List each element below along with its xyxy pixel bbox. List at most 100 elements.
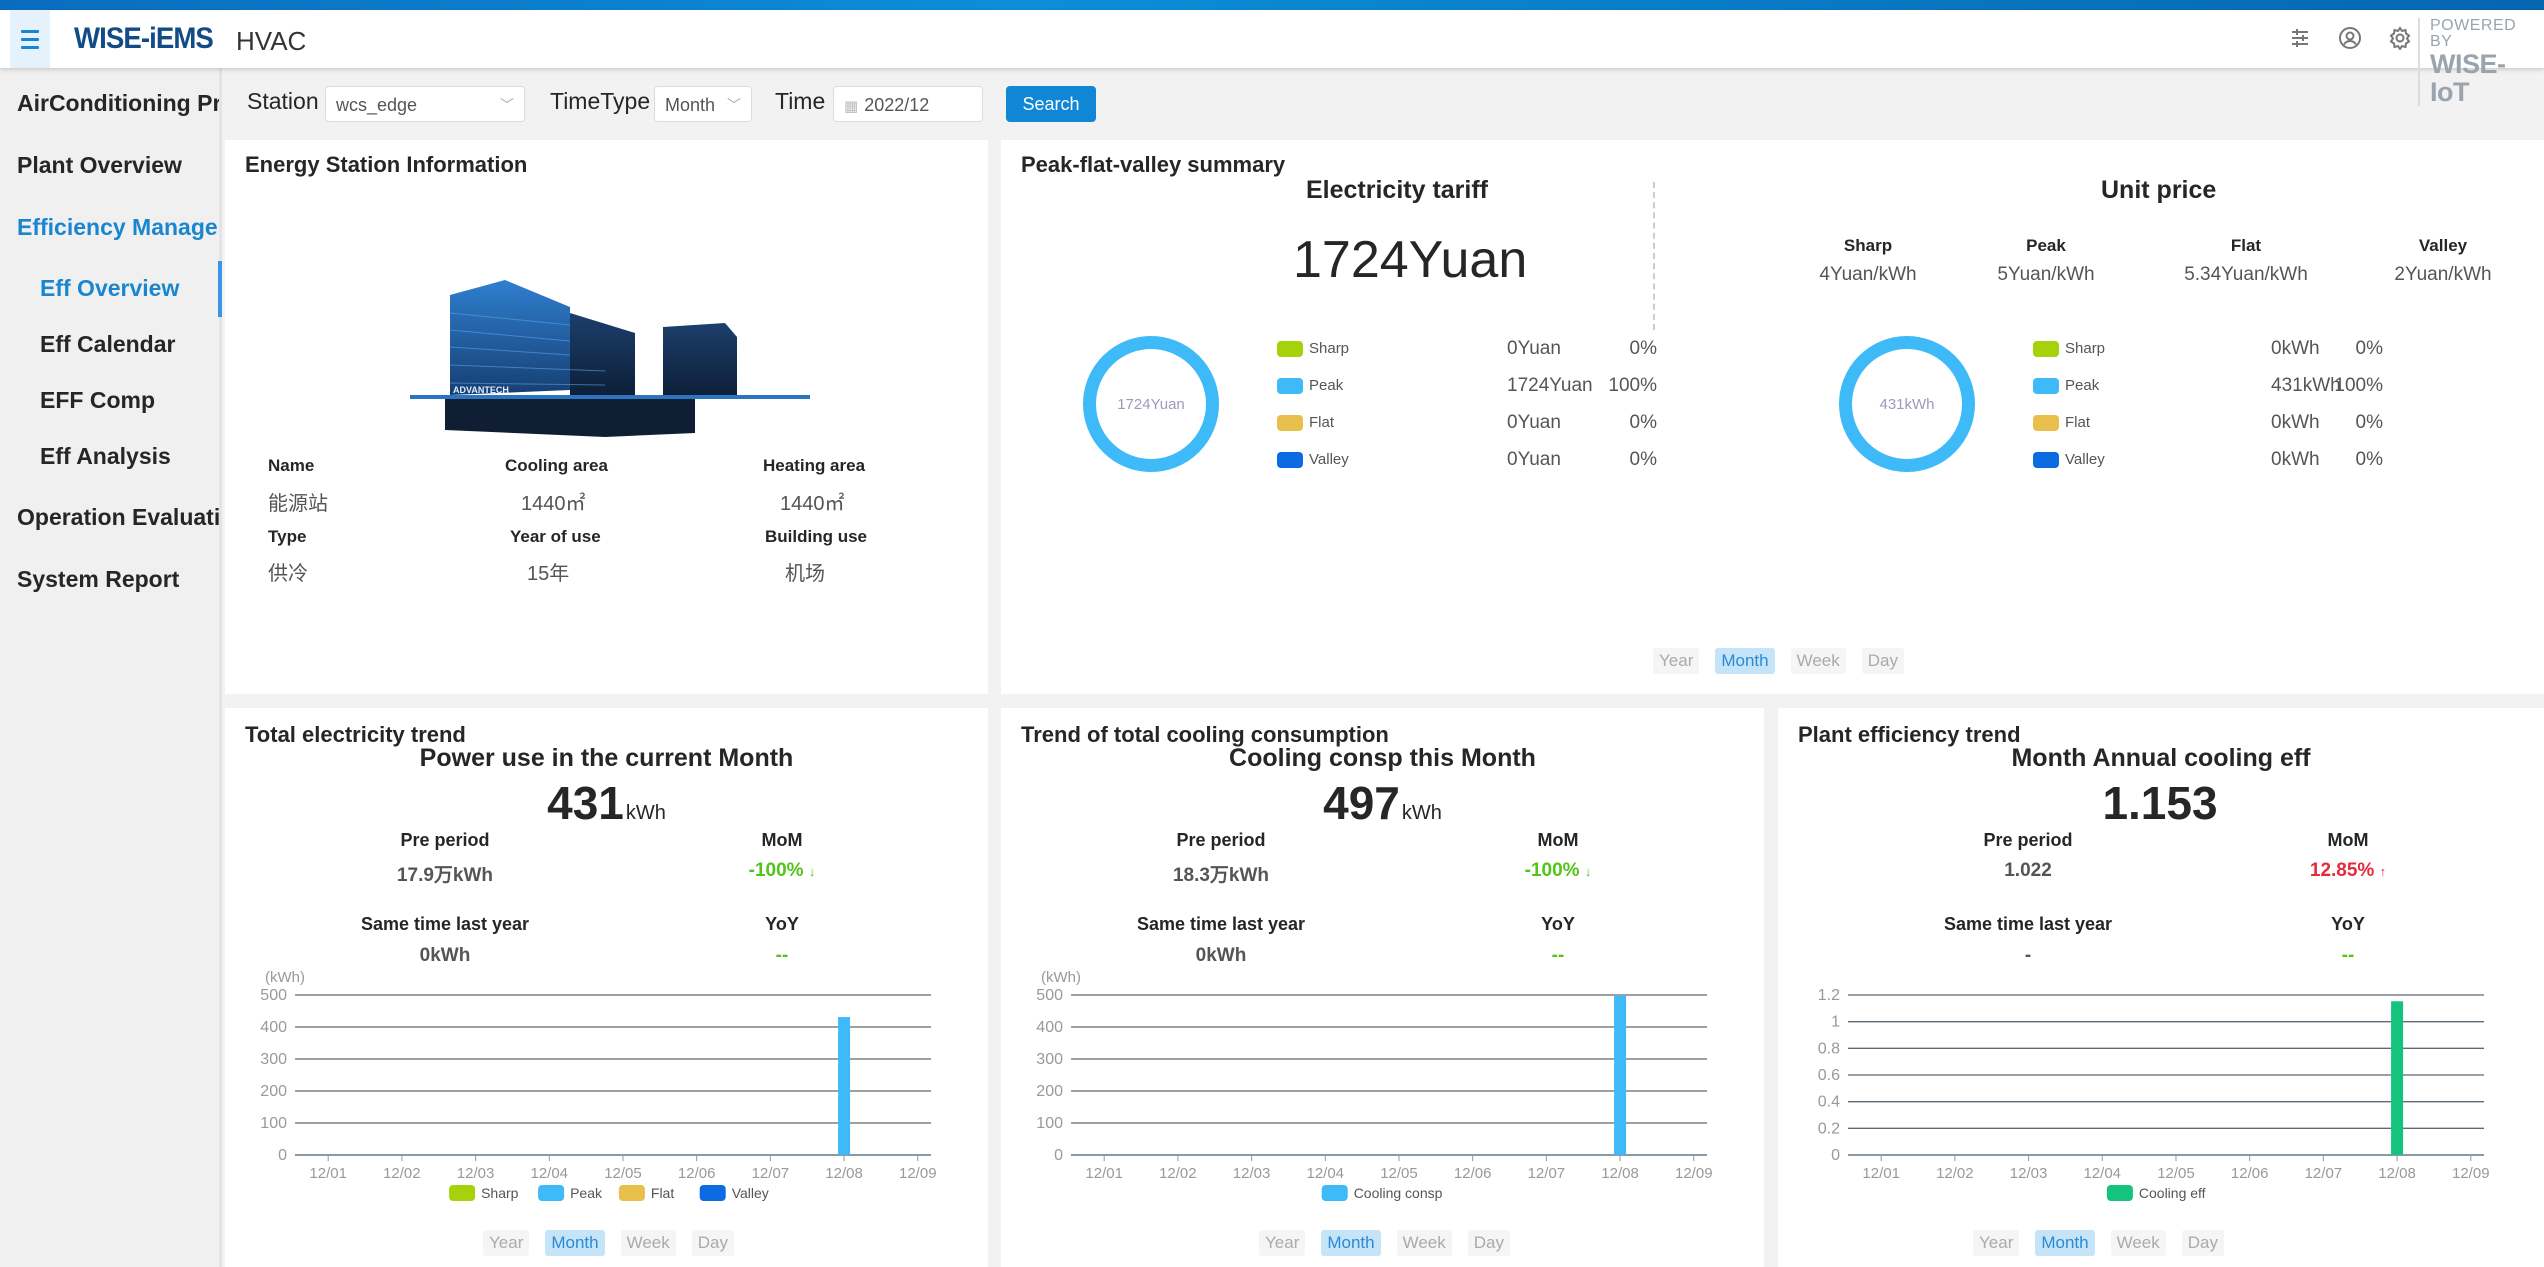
x-tick-label: 12/07 [752,1165,790,1182]
chart-legend: Cooling consp [1321,1185,1443,1201]
x-tick-label: 12/05 [2157,1165,2195,1182]
legend-swatch [1277,340,1303,357]
pre-period-label: Pre period [1983,830,2073,850]
legend-item-valley[interactable]: Valley [699,1185,769,1201]
tariff-donut: 1724Yuan [1083,336,1219,472]
y-axis-label: (kWh) [1041,969,1081,986]
tab-year[interactable]: Year [1259,1230,1306,1256]
legend-label: Sharp [2065,340,2106,357]
x-tick-label: 12/05 [1380,1165,1418,1182]
legend-item-sharp[interactable]: Sharp [449,1185,519,1201]
tab-month[interactable]: Month [545,1230,605,1256]
electricity-tariff-title: Electricity tariff [1306,176,1489,204]
app-name: HVAC [236,26,307,56]
legend-item-cooling-eff[interactable]: Cooling eff [2106,1185,2206,1201]
tab-month[interactable]: Month [1715,648,1775,674]
hamburger-menu-button[interactable] [10,10,50,68]
field-label-type: Type [268,527,307,546]
trend-period-tabs: Year Month Week Day [1259,1230,1510,1256]
yoy-label: YoY [765,914,799,934]
legend-item-flat[interactable]: Flat [1277,414,1334,431]
tab-month[interactable]: Month [2035,1230,2095,1256]
legend-item-valley[interactable]: Valley [2033,451,2105,468]
sidebar-item-eff-calendar[interactable]: Eff Calendar [40,331,220,358]
tab-week[interactable]: Week [2110,1230,2166,1256]
legend-item-cooling-consp[interactable]: Cooling consp [1321,1185,1443,1201]
energy-pct-peak: 100% [2334,375,2383,396]
legend-label: Cooling eff [2139,1185,2206,1201]
tab-day[interactable]: Day [691,1230,734,1256]
tab-week[interactable]: Week [620,1230,676,1256]
cooling-trend-panel: Trend of total cooling consumption Cooli… [1001,708,1764,1267]
tab-year[interactable]: Year [1973,1230,2020,1256]
legend-item-peak[interactable]: Peak [538,1185,603,1201]
legend-item-sharp[interactable]: Sharp [2033,340,2105,357]
unit-price-label-valley: Valley [2418,236,2468,255]
tab-day[interactable]: Day [2181,1230,2224,1256]
sidebar-item-airconditioning-pro[interactable]: AirConditioning Pro [17,90,219,117]
unit-price-value-peak: 5Yuan/kWh [1997,264,2095,285]
trend-main-value: 497 kWh [1323,777,1442,829]
search-button[interactable]: Search [1006,86,1096,122]
y-tick-label: 0.6 [1818,1067,1840,1084]
bar-cooling-eff-12-08[interactable] [2391,1001,2404,1155]
legend-swatch [2033,340,2059,357]
x-tick-label: 12/06 [1454,1165,1492,1182]
sidebar-item-efficiency-manage[interactable]: Efficiency Manage [17,214,219,241]
legend-swatch [1321,1185,1348,1201]
tab-week[interactable]: Week [1396,1230,1452,1256]
legend-label: Flat [651,1185,674,1201]
sidebar-item-eff-comp[interactable]: EFF Comp [40,387,220,414]
field-value-type: 供冷 [268,563,308,585]
station-select[interactable]: wcs_edge ﹀ [325,86,525,122]
trend-chart: (kWh) 0 100 200 300 400 500 12/01 12/02 12/03 12/0… [1036,969,1713,1201]
sidebar-item-operation-evaluation[interactable]: Operation Evaluation [17,504,219,531]
yoy-label: YoY [1541,914,1575,934]
sidebar-item-system-report[interactable]: System Report [17,566,219,593]
x-tick-label: 12/05 [604,1165,642,1182]
user-icon[interactable] [2336,24,2364,52]
tab-year[interactable]: Year [1653,648,1700,674]
efficiency-trend-panel: Plant efficiency trend Month Annual cool… [1778,708,2544,1267]
bar-peak-12-08[interactable] [838,1017,851,1155]
bar-cooling-consp-12-08[interactable] [1614,995,1627,1155]
tab-day[interactable]: Day [1467,1230,1510,1256]
panel-title: Peak-flat-valley summary [1021,152,1286,177]
legend-item-peak[interactable]: Peak [2033,377,2099,394]
x-tick-label: 12/03 [1233,1165,1271,1182]
chart-legend: Cooling eff [2106,1185,2206,1201]
legend-item-flat[interactable]: Flat [618,1185,674,1201]
sidebar-item-eff-overview[interactable]: Eff Overview [40,275,220,302]
legend-swatch [699,1185,726,1201]
x-tick-label: 12/08 [825,1165,863,1182]
legend-item-peak[interactable]: Peak [1277,377,1343,394]
tab-week[interactable]: Week [1790,648,1846,674]
legend-item-valley[interactable]: Valley [1277,451,1349,468]
unit-price-label-flat: Flat [2230,236,2262,255]
panel-title: Energy Station Information [245,152,528,177]
calendar-icon: ▦ [844,98,859,115]
x-tick-label: 12/06 [2231,1165,2269,1182]
time-picker[interactable]: ▦ 2022/12 [833,86,983,122]
tab-month[interactable]: Month [1321,1230,1381,1256]
pre-period-value: 17.9万kWh [396,865,494,886]
timetype-select[interactable]: Month ﹀ [654,86,752,122]
filter-bar: Station wcs_edge ﹀ TimeType Month ﹀ Time… [225,68,2544,140]
legend-label: Cooling consp [1354,1185,1443,1201]
tab-year[interactable]: Year [483,1230,530,1256]
mom-value: 12.85% ↑ [2309,860,2387,881]
x-tick-label: 12/07 [2305,1165,2343,1182]
legend-item-sharp[interactable]: Sharp [1277,340,1349,357]
sidebar-item-plant-overview[interactable]: Plant Overview [17,152,219,179]
mom-value: -100% ↓ [1524,860,1592,881]
sidebar-item-eff-analysis[interactable]: Eff Analysis [40,443,220,470]
field-value-heating-area: 1440㎡ [780,493,845,515]
legend-swatch [538,1185,565,1201]
pre-period-label: Pre period [1176,830,1266,850]
tab-day[interactable]: Day [1861,648,1904,674]
sliders-icon[interactable] [2286,24,2314,52]
gear-icon[interactable] [2386,24,2414,52]
legend-item-flat[interactable]: Flat [2033,414,2090,431]
legend-label: Flat [2065,414,2091,431]
y-tick-label: 0 [1054,1147,1063,1164]
